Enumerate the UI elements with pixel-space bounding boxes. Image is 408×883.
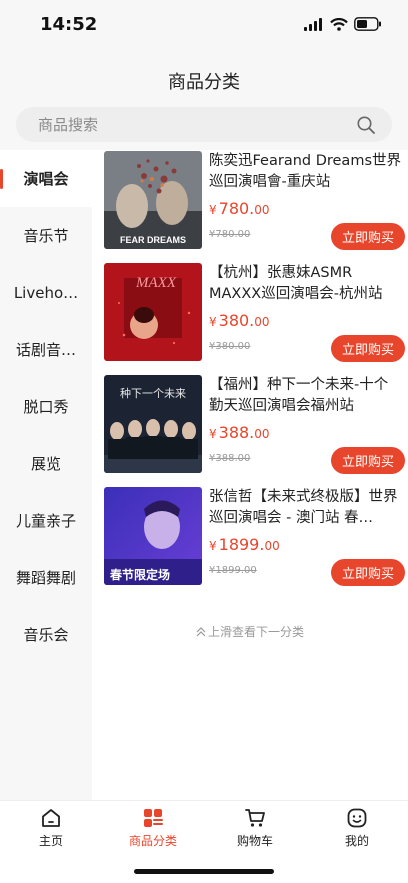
poster-image: FEAR DREAMS	[104, 151, 202, 249]
category-sidebar: 演唱会 音乐节 Liveho… 话剧音… 脱口秀 展览 儿童亲子 舞蹈舞剧 音乐…	[0, 150, 92, 800]
tab-label: 我的	[344, 834, 369, 848]
sidebar-item-label: 脱口秀	[23, 398, 69, 416]
sidebar-item-label: 舞蹈舞剧	[15, 569, 76, 587]
battery-icon	[354, 17, 381, 31]
poster-image: 种下一个未来	[104, 375, 202, 473]
tab-label: 购物车	[236, 834, 273, 848]
page-title: 商品分类	[168, 72, 240, 93]
sidebar-item-dance[interactable]: 舞蹈舞剧	[0, 549, 92, 606]
product-title[interactable]: 张信哲【未来式终极版】世界巡回演唱会 - 澳门站 春…	[209, 487, 401, 529]
sidebar-item-classical-concert[interactable]: 音乐会	[0, 606, 92, 663]
nav-header: 商品分类	[0, 44, 408, 102]
sidebar-item-music-festival[interactable]: 音乐节	[0, 207, 92, 264]
poster-text: 种下一个未来	[120, 386, 186, 400]
sidebar-item-label: 演唱会	[23, 170, 69, 188]
product-thumbnail[interactable]: 春节限定场	[104, 487, 202, 585]
buy-now-button[interactable]: 立即购买	[331, 447, 405, 474]
category-icon	[144, 809, 163, 827]
poster-text: MAXX	[135, 275, 177, 291]
product-card[interactable]: MAXX 【杭州】张惠妹ASMR MAXXX巡回演唱会-杭州站 ¥380.00 …	[104, 263, 405, 363]
tab-home[interactable]: 主页	[0, 807, 102, 849]
search-input[interactable]	[16, 107, 346, 142]
tab-cart[interactable]: 购物车	[204, 807, 306, 849]
product-original-price: ¥380.00	[209, 341, 251, 352]
home-icon	[42, 809, 60, 827]
sidebar-item-label: 话剧音…	[15, 341, 76, 359]
sidebar-item-label: 儿童亲子	[15, 512, 76, 530]
product-original-price: ¥1899.00	[209, 565, 257, 576]
status-time: 14:52	[40, 14, 98, 35]
tab-profile[interactable]: 我的	[306, 807, 408, 849]
sidebar-item-label: Liveho…	[13, 283, 79, 302]
sidebar-item-talk-show[interactable]: 脱口秀	[0, 378, 92, 435]
signal-icon	[304, 17, 322, 31]
poster-image: MAXX	[104, 263, 202, 361]
poster-image: 春节限定场	[104, 487, 202, 585]
double-chevron-up-icon	[196, 627, 206, 637]
product-original-price: ¥780.00	[209, 229, 251, 240]
search-bar[interactable]	[16, 107, 392, 142]
sidebar-item-kids[interactable]: 儿童亲子	[0, 492, 92, 549]
poster-text: FEAR DREAMS	[120, 235, 186, 245]
product-price: ¥780.00	[209, 199, 270, 218]
product-list: FEAR DREAMS 陈奕迅Fearand Dreams世界巡回演唱會-重庆站…	[92, 150, 408, 800]
product-title[interactable]: 陈奕迅Fearand Dreams世界巡回演唱會-重庆站	[209, 151, 401, 193]
product-card[interactable]: 种下一个未来 【福州】种下一个未来-十个勤天巡回演唱会福州站 ¥388.00 ¥…	[104, 375, 405, 475]
poster-text: 春节限定场	[109, 567, 170, 582]
status-icons	[304, 17, 382, 31]
tab-label: 主页	[38, 834, 63, 848]
product-title[interactable]: 【杭州】张惠妹ASMR MAXXX巡回演唱会-杭州站	[209, 263, 401, 305]
product-original-price: ¥388.00	[209, 453, 251, 464]
sidebar-item-concert[interactable]: 演唱会	[0, 150, 92, 207]
next-category-hint-text: 上滑查看下一分类	[207, 625, 304, 639]
sidebar-item-label: 音乐节	[23, 227, 69, 245]
status-bar: 14:52	[0, 0, 408, 44]
tab-label: 商品分类	[128, 834, 177, 848]
product-thumbnail[interactable]: FEAR DREAMS	[104, 151, 202, 249]
product-thumbnail[interactable]: MAXX	[104, 263, 202, 361]
profile-icon	[347, 808, 367, 828]
product-title[interactable]: 【福州】种下一个未来-十个勤天巡回演唱会福州站	[209, 375, 401, 417]
product-thumbnail[interactable]: 种下一个未来	[104, 375, 202, 473]
buy-now-button[interactable]: 立即购买	[331, 223, 405, 250]
sidebar-item-label: 展览	[30, 455, 61, 473]
wifi-icon	[330, 17, 348, 31]
buy-now-button[interactable]: 立即购买	[331, 559, 405, 586]
sidebar-item-livehouse[interactable]: Liveho…	[0, 264, 92, 321]
product-card[interactable]: FEAR DREAMS 陈奕迅Fearand Dreams世界巡回演唱會-重庆站…	[104, 151, 405, 251]
sidebar-item-drama[interactable]: 话剧音…	[0, 321, 92, 378]
product-price: ¥1899.00	[209, 535, 280, 554]
cart-icon	[245, 809, 265, 827]
product-price: ¥380.00	[209, 311, 270, 330]
home-indicator[interactable]	[134, 869, 274, 874]
sidebar-item-label: 音乐会	[23, 626, 69, 644]
buy-now-button[interactable]: 立即购买	[331, 335, 405, 362]
search-icon[interactable]	[356, 115, 376, 135]
next-category-hint: 上滑查看下一分类	[92, 623, 408, 640]
tab-category[interactable]: 商品分类	[102, 807, 204, 849]
sidebar-item-exhibition[interactable]: 展览	[0, 435, 92, 492]
product-price: ¥388.00	[209, 423, 270, 442]
product-card[interactable]: 春节限定场 张信哲【未来式终极版】世界巡回演唱会 - 澳门站 春… ¥1899.…	[104, 487, 405, 587]
